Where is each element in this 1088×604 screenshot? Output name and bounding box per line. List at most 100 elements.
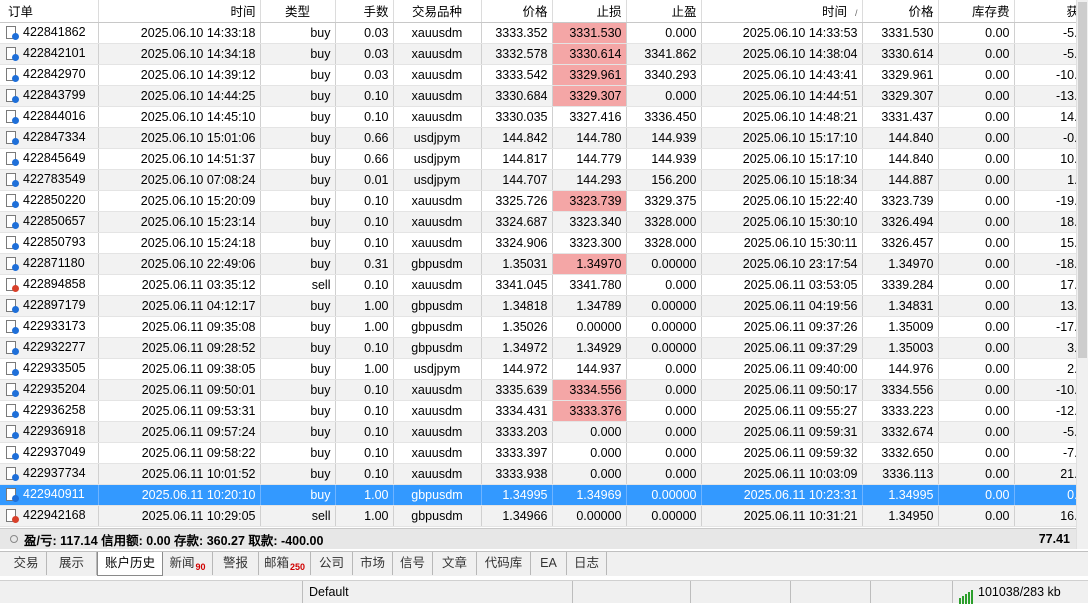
cell-order: 422940911 (0, 484, 99, 506)
table-row[interactable]: 422842970 2025.06.10 14:39:12 buy 0.03 xauus… (0, 64, 1076, 86)
col-header-type[interactable]: 类型 (260, 0, 336, 23)
order-id: 422842970 (23, 67, 86, 82)
status-connection[interactable]: 101038/283 kb (952, 581, 1088, 604)
table-row[interactable]: 422850220 2025.06.10 15:20:09 buy 0.10 xauus… (0, 190, 1076, 212)
cell-open-price: 3341.045 (481, 274, 553, 296)
cell-open-time: 2025.06.10 15:01:06 (98, 127, 261, 149)
col-header-sl[interactable]: 止损 (552, 0, 627, 23)
cell-type: buy (260, 211, 336, 233)
tab-0[interactable]: 交易 (6, 552, 47, 575)
table-row[interactable]: 422940911 2025.06.11 10:20:10 buy 1.00 gbpus… (0, 484, 1076, 506)
table-row[interactable]: 422850657 2025.06.10 15:23:14 buy 0.10 xauus… (0, 211, 1076, 233)
table-row[interactable]: 422937049 2025.06.11 09:58:22 buy 0.10 xauus… (0, 442, 1076, 464)
col-header-close-time[interactable]: 时间 / (701, 0, 863, 23)
col-header-open-price[interactable]: 价格 (481, 0, 553, 23)
tab-11[interactable]: EA (531, 552, 567, 575)
cell-symbol: xauusdm (393, 232, 482, 254)
table-row[interactable]: 422933173 2025.06.11 09:35:08 buy 1.00 gbpus… (0, 316, 1076, 338)
cell-symbol: xauusdm (393, 190, 482, 212)
cell-symbol: gbpusdm (393, 316, 482, 338)
order-id: 422845649 (23, 151, 86, 166)
cell-swap: 0.00 (938, 253, 1015, 275)
table-row[interactable]: 422843799 2025.06.10 14:44:25 buy 0.10 xauus… (0, 85, 1076, 107)
tab-8[interactable]: 信号 (393, 552, 433, 575)
col-header-profit[interactable]: 获利 (1014, 0, 1076, 23)
cell-close-price: 3330.614 (862, 43, 939, 65)
table-row[interactable]: 422933505 2025.06.11 09:38:05 buy 1.00 usdjp… (0, 358, 1076, 380)
col-header-order[interactable]: 订单 (0, 0, 99, 23)
cell-order: 422842970 (0, 64, 99, 86)
col-header-open-time[interactable]: 时间 (98, 0, 261, 23)
tab-1[interactable]: 展示 (47, 552, 97, 575)
cell-type: buy (260, 400, 336, 422)
order-id: 422850220 (23, 193, 86, 208)
tab-5[interactable]: 邮箱250 (259, 552, 311, 575)
cell-profit: -5.29 (1014, 421, 1076, 443)
tab-6[interactable]: 公司 (311, 552, 353, 575)
cell-symbol: xauusdm (393, 64, 482, 86)
table-row[interactable]: 422783549 2025.06.10 07:08:24 buy 0.01 usdjp… (0, 169, 1076, 191)
table-row[interactable]: 422935204 2025.06.11 09:50:01 buy 0.10 xauus… (0, 379, 1076, 401)
cell-symbol: xauusdm (393, 22, 482, 44)
cell-stop-loss: 3323.300 (552, 232, 627, 254)
cell-order: 422843799 (0, 85, 99, 107)
table-row[interactable]: 422897179 2025.06.11 04:12:17 buy 1.00 gbpus… (0, 295, 1076, 317)
table-row[interactable]: 422850793 2025.06.10 15:24:18 buy 0.10 xauus… (0, 232, 1076, 254)
table-row[interactable]: 422937734 2025.06.11 10:01:52 buy 0.10 xauus… (0, 463, 1076, 485)
tab-4[interactable]: 警报 (213, 552, 259, 575)
table-row[interactable]: 422841862 2025.06.10 14:33:18 buy 0.03 xauus… (0, 22, 1076, 44)
cell-stop-loss: 3330.614 (552, 43, 627, 65)
cell-order: 422842101 (0, 43, 99, 65)
status-bar: Default 101038/283 kb (0, 580, 1088, 604)
vertical-scrollbar[interactable] (1076, 0, 1088, 549)
cell-profit: -10.83 (1014, 379, 1076, 401)
tab-10[interactable]: 代码库 (477, 552, 531, 575)
history-grid[interactable]: 订单 时间 类型 手数 交易品种 价格 止损 止盈 时间/ 价格 库存费 获利 … (0, 0, 1076, 549)
cell-take-profit: 3329.375 (626, 190, 702, 212)
table-row[interactable]: 422936918 2025.06.11 09:57:24 buy 0.10 xauus… (0, 421, 1076, 443)
summary-text: 盈/亏: 117.14 信用额: 0.00 存款: 360.27 取款: -40… (24, 533, 324, 548)
cell-profit: 0.00 (1014, 484, 1076, 506)
cell-order: 422933505 (0, 358, 99, 380)
order-doc-blue-icon (6, 340, 19, 355)
cell-take-profit: 0.00000 (626, 316, 702, 338)
cell-stop-loss: 3323.340 (552, 211, 627, 233)
tab-12[interactable]: 日志 (567, 552, 607, 575)
table-row[interactable]: 422894858 2025.06.11 03:35:12 sell 0.10 xauu… (0, 274, 1076, 296)
cell-close-price: 144.840 (862, 127, 939, 149)
col-header-lots[interactable]: 手数 (335, 0, 394, 23)
close-time-label: 时间 (821, 5, 847, 20)
cell-symbol: xauusdm (393, 85, 482, 107)
table-row[interactable]: 422845649 2025.06.10 14:51:37 buy 0.66 usdjp… (0, 148, 1076, 170)
terminal-tabs: 交易 展示 账户历史 新闻90 警报 邮箱250 公司 市场 信号 文章 代码库 EA 日志 (0, 551, 1088, 576)
cell-lots: 1.00 (335, 484, 394, 506)
table-row[interactable]: 422932277 2025.06.11 09:28:52 buy 0.10 gbpus… (0, 337, 1076, 359)
cell-close-price: 1.35009 (862, 316, 939, 338)
table-row[interactable]: 422842101 2025.06.10 14:34:18 buy 0.03 xauus… (0, 43, 1076, 65)
header-row: 订单 时间 类型 手数 交易品种 价格 止损 止盈 时间 / 价格 库存费 获利 (0, 0, 1076, 23)
cell-symbol: usdjpym (393, 358, 482, 380)
scrollbar-thumb[interactable] (1078, 2, 1087, 358)
status-empty-2 (690, 581, 790, 603)
table-row[interactable]: 422844016 2025.06.10 14:45:10 buy 0.10 xauus… (0, 106, 1076, 128)
col-header-symbol[interactable]: 交易品种 (393, 0, 482, 23)
table-row[interactable]: 422936258 2025.06.11 09:53:31 buy 0.10 xauus… (0, 400, 1076, 422)
tab-7[interactable]: 市场 (353, 552, 393, 575)
table-row[interactable]: 422871180 2025.06.10 22:49:06 buy 0.31 gbpus… (0, 253, 1076, 275)
table-row[interactable]: 422942168 2025.06.11 10:29:05 sell 1.00 gbpu… (0, 505, 1076, 527)
table-row[interactable]: 422847334 2025.06.10 15:01:06 buy 0.66 usdjp… (0, 127, 1076, 149)
cell-symbol: gbpusdm (393, 337, 482, 359)
col-header-tp[interactable]: 止盈 (626, 0, 702, 23)
tab-3[interactable]: 新闻90 (163, 552, 213, 575)
cell-open-time: 2025.06.10 14:44:25 (98, 85, 261, 107)
tab-9[interactable]: 文章 (433, 552, 477, 575)
cell-type: buy (260, 316, 336, 338)
cell-type: buy (260, 295, 336, 317)
cell-close-price: 1.34970 (862, 253, 939, 275)
col-header-swap[interactable]: 库存费 (938, 0, 1015, 23)
col-header-close-price[interactable]: 价格 (862, 0, 939, 23)
tab-label: 市场 (359, 556, 385, 570)
tab-2[interactable]: 账户历史 (97, 552, 163, 576)
cell-open-time: 2025.06.11 09:35:08 (98, 316, 261, 338)
cell-profit: 15.51 (1014, 232, 1076, 254)
